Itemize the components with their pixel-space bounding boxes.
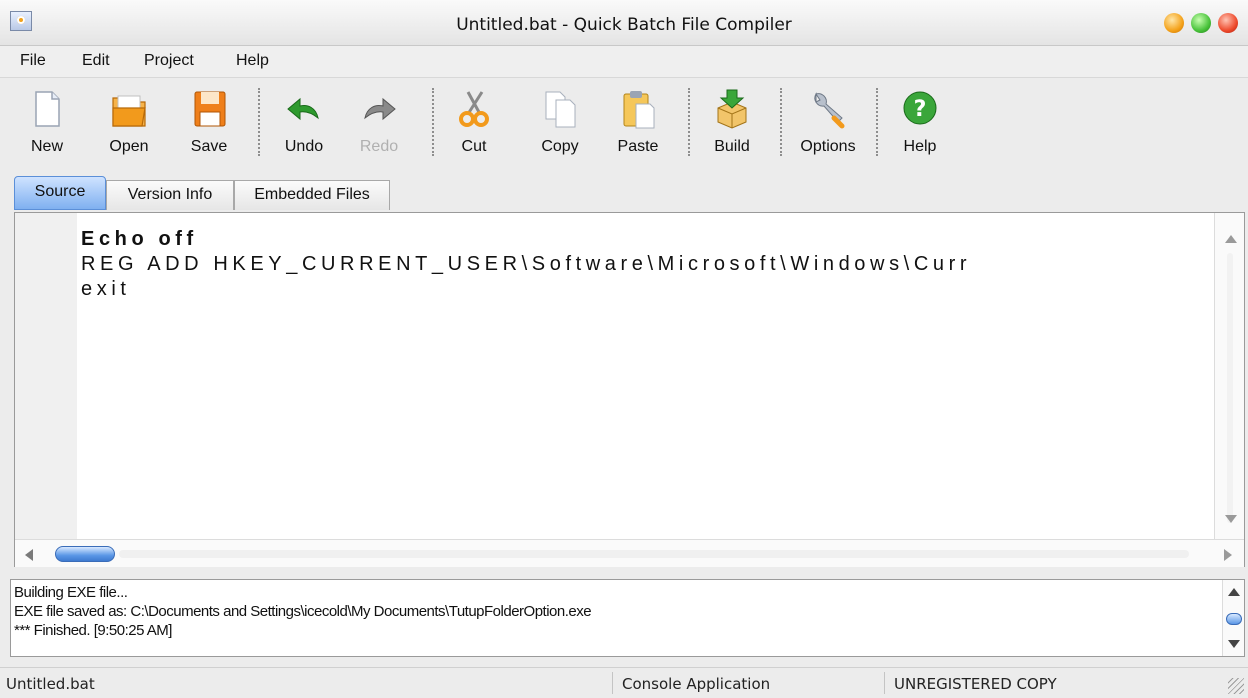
status-app-type: Console Application [622, 675, 771, 693]
status-divider [612, 672, 613, 694]
source-editor[interactable]: Echo off REG ADD HKEY_CURRENT_USER\Softwa… [14, 212, 1245, 567]
status-divider [884, 672, 885, 694]
scroll-track[interactable] [1227, 253, 1233, 523]
undo-button[interactable]: Undo [272, 78, 336, 168]
toolbar-separator [780, 88, 782, 156]
scroll-down-icon[interactable] [1225, 515, 1237, 523]
toolbar-separator [688, 88, 690, 156]
resize-grip-icon[interactable] [1228, 678, 1244, 694]
status-filename: Untitled.bat [6, 675, 95, 693]
wrench-icon [814, 92, 845, 129]
scroll-up-icon[interactable] [1228, 588, 1240, 596]
status-bar: Untitled.bat Console Application UNREGIS… [0, 667, 1248, 698]
scroll-track[interactable] [119, 550, 1189, 558]
title-bar: Untitled.bat - Quick Batch File Compiler [0, 0, 1248, 46]
output-console[interactable]: Building EXE file... EXE file saved as: C… [10, 579, 1245, 657]
scissors-icon [459, 91, 489, 127]
code-line: REG ADD HKEY_CURRENT_USER\Software\Micro… [81, 253, 972, 275]
toolbar: New Open Save Undo Redo Cut Copy Paste B… [0, 78, 1248, 170]
paste-clipboard-icon [623, 91, 655, 129]
code-area[interactable]: Echo off REG ADD HKEY_CURRENT_USER\Softwa… [81, 227, 971, 302]
scroll-thumb[interactable] [55, 546, 115, 562]
menu-project[interactable]: Project [144, 52, 194, 70]
close-button[interactable] [1218, 13, 1238, 33]
editor-horizontal-scrollbar[interactable] [15, 539, 1244, 567]
editor-vertical-scrollbar[interactable] [1214, 213, 1244, 539]
maximize-button[interactable] [1191, 13, 1211, 33]
help-button[interactable]: ? Help [892, 78, 948, 168]
save-button[interactable]: Save [180, 78, 238, 168]
scroll-down-icon[interactable] [1228, 640, 1240, 648]
toolbar-separator [432, 88, 434, 156]
scroll-up-icon[interactable] [1225, 235, 1237, 243]
copy-button[interactable]: Copy [530, 78, 590, 168]
menu-edit[interactable]: Edit [82, 52, 110, 70]
open-folder-icon [112, 95, 146, 127]
redo-arrow-icon [364, 97, 396, 121]
tab-source[interactable]: Source [14, 176, 106, 210]
build-box-icon [717, 89, 747, 129]
toolbar-separator [258, 88, 260, 156]
scroll-thumb[interactable] [1226, 613, 1242, 625]
output-vertical-scrollbar[interactable] [1222, 580, 1244, 656]
tab-version-info[interactable]: Version Info [106, 180, 234, 210]
options-button[interactable]: Options [792, 78, 864, 168]
status-registration: UNREGISTERED COPY [894, 675, 1057, 693]
paste-button[interactable]: Paste [608, 78, 668, 168]
scroll-right-icon[interactable] [1224, 549, 1232, 561]
cut-button[interactable]: Cut [448, 78, 500, 168]
undo-arrow-icon [287, 97, 319, 121]
window-title: Untitled.bat - Quick Batch File Compiler [456, 15, 792, 35]
output-line: Building EXE file... [14, 584, 128, 601]
toolbar-separator [876, 88, 878, 156]
new-document-icon [35, 91, 60, 127]
redo-button[interactable]: Redo [350, 78, 408, 168]
svg-text:?: ? [914, 97, 927, 122]
minimize-button[interactable] [1164, 13, 1184, 33]
code-line: Echo off [81, 228, 198, 250]
new-button[interactable]: New [18, 78, 76, 168]
scroll-left-icon[interactable] [25, 549, 33, 561]
output-line: *** Finished. [9:50:25 AM] [14, 622, 172, 639]
code-line: exit [81, 278, 131, 300]
open-button[interactable]: Open [94, 78, 164, 168]
menu-bar: File Edit Project Help [0, 46, 1248, 78]
save-floppy-icon [194, 91, 226, 127]
copy-icon [545, 91, 576, 128]
output-log: Building EXE file... EXE file saved as: C… [14, 583, 592, 640]
menu-file[interactable]: File [20, 52, 46, 70]
output-line: EXE file saved as: C:\Documents and Sett… [14, 603, 592, 620]
build-button[interactable]: Build [704, 78, 760, 168]
help-question-icon: ? [903, 91, 937, 125]
menu-help[interactable]: Help [236, 52, 269, 70]
line-gutter [15, 213, 77, 539]
tab-embedded-files[interactable]: Embedded Files [234, 180, 390, 210]
